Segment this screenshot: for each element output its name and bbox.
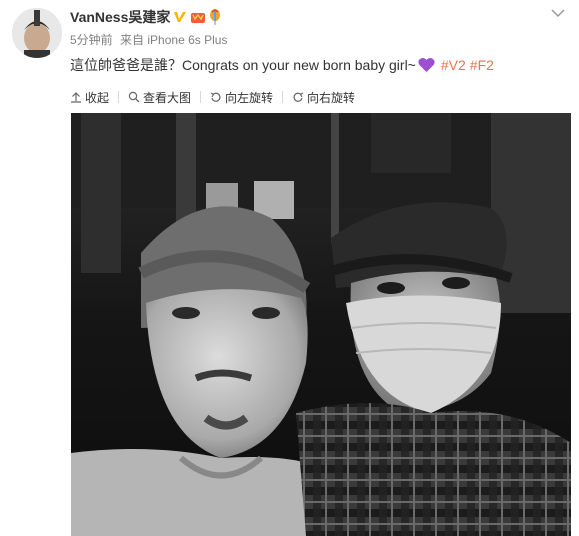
arrow-up-icon	[71, 92, 81, 103]
view-large-button[interactable]: 查看大图	[128, 89, 191, 106]
toolbar-divider	[200, 91, 202, 103]
verified-v-icon[interactable]	[173, 10, 187, 24]
hashtag-f2[interactable]: #F2	[470, 57, 494, 73]
post-time[interactable]: 5分钟前	[70, 33, 113, 47]
post-header: VanNess吳建家 5分钟前 来自 iPhone 6s Plus	[70, 6, 539, 48]
balloon-icon[interactable]	[209, 9, 221, 25]
chevron-down-icon[interactable]	[551, 8, 565, 18]
rotate-right-button[interactable]: 向右旋转	[292, 89, 355, 106]
view-large-label: 查看大图	[143, 90, 192, 105]
purple-heart-emoji	[418, 57, 435, 78]
vip-crown-icon[interactable]	[190, 10, 206, 24]
rotate-left-icon	[210, 92, 221, 102]
username-link[interactable]: VanNess吳建家	[70, 7, 170, 27]
device-name[interactable]: iPhone 6s Plus	[147, 33, 227, 47]
hashtag-v2[interactable]: #V2	[441, 57, 466, 73]
rotate-right-icon	[293, 92, 304, 102]
avatar[interactable]	[12, 8, 62, 58]
post-meta: 5分钟前 来自 iPhone 6s Plus	[70, 32, 539, 48]
rotate-right-label: 向右旋转	[307, 90, 356, 105]
toolbar-divider	[118, 91, 120, 103]
post-body: 這位帥爸爸是誰？Congrats on your new born baby g…	[70, 57, 416, 73]
image-toolbar: 收起 查看大图 向左旋转 向右旋转	[70, 88, 355, 106]
post-text: 這位帥爸爸是誰？Congrats on your new born baby g…	[70, 55, 494, 78]
collapse-label: 收起	[85, 90, 110, 105]
collapse-button[interactable]: 收起	[70, 89, 109, 106]
toolbar-divider	[282, 91, 284, 103]
via-label: 来自	[120, 33, 145, 47]
rotate-left-button[interactable]: 向左旋转	[210, 89, 273, 106]
post-photo[interactable]	[71, 113, 571, 536]
magnifier-icon	[128, 91, 140, 103]
rotate-left-label: 向左旋转	[225, 90, 274, 105]
